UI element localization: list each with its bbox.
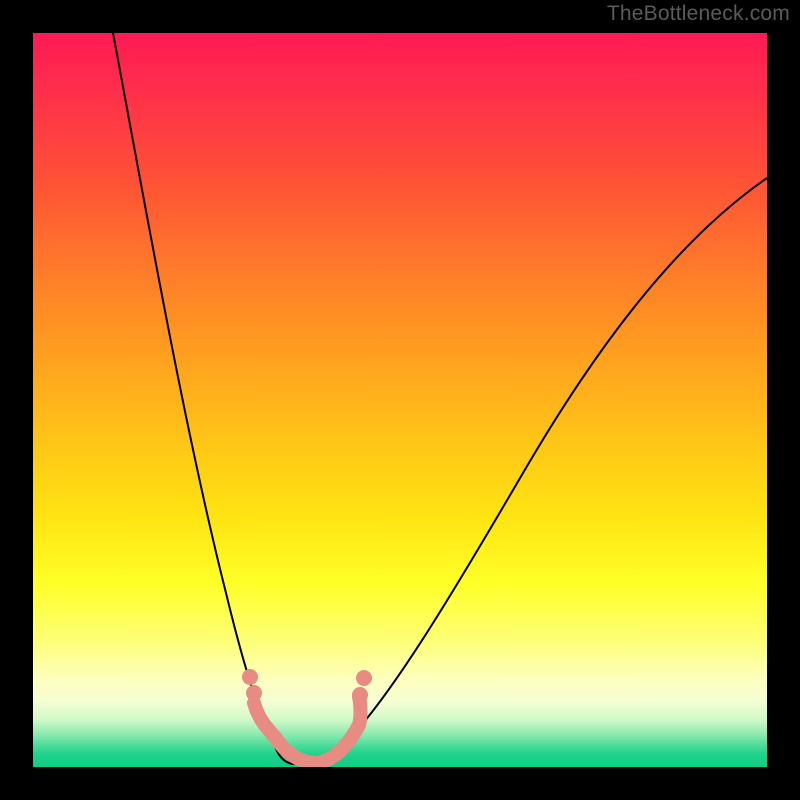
watermark-text: TheBottleneck.com: [607, 2, 790, 26]
salmon-dot-left-lower: [246, 685, 262, 701]
left-curve: [113, 33, 295, 764]
plot-area: [33, 33, 767, 767]
salmon-overlay: [254, 697, 361, 763]
chart-frame: TheBottleneck.com: [0, 0, 800, 800]
salmon-dot-left-upper: [242, 669, 258, 685]
curves-layer: [33, 33, 767, 767]
salmon-dot-right-upper: [356, 670, 372, 686]
salmon-dot-right-lower: [352, 687, 368, 703]
